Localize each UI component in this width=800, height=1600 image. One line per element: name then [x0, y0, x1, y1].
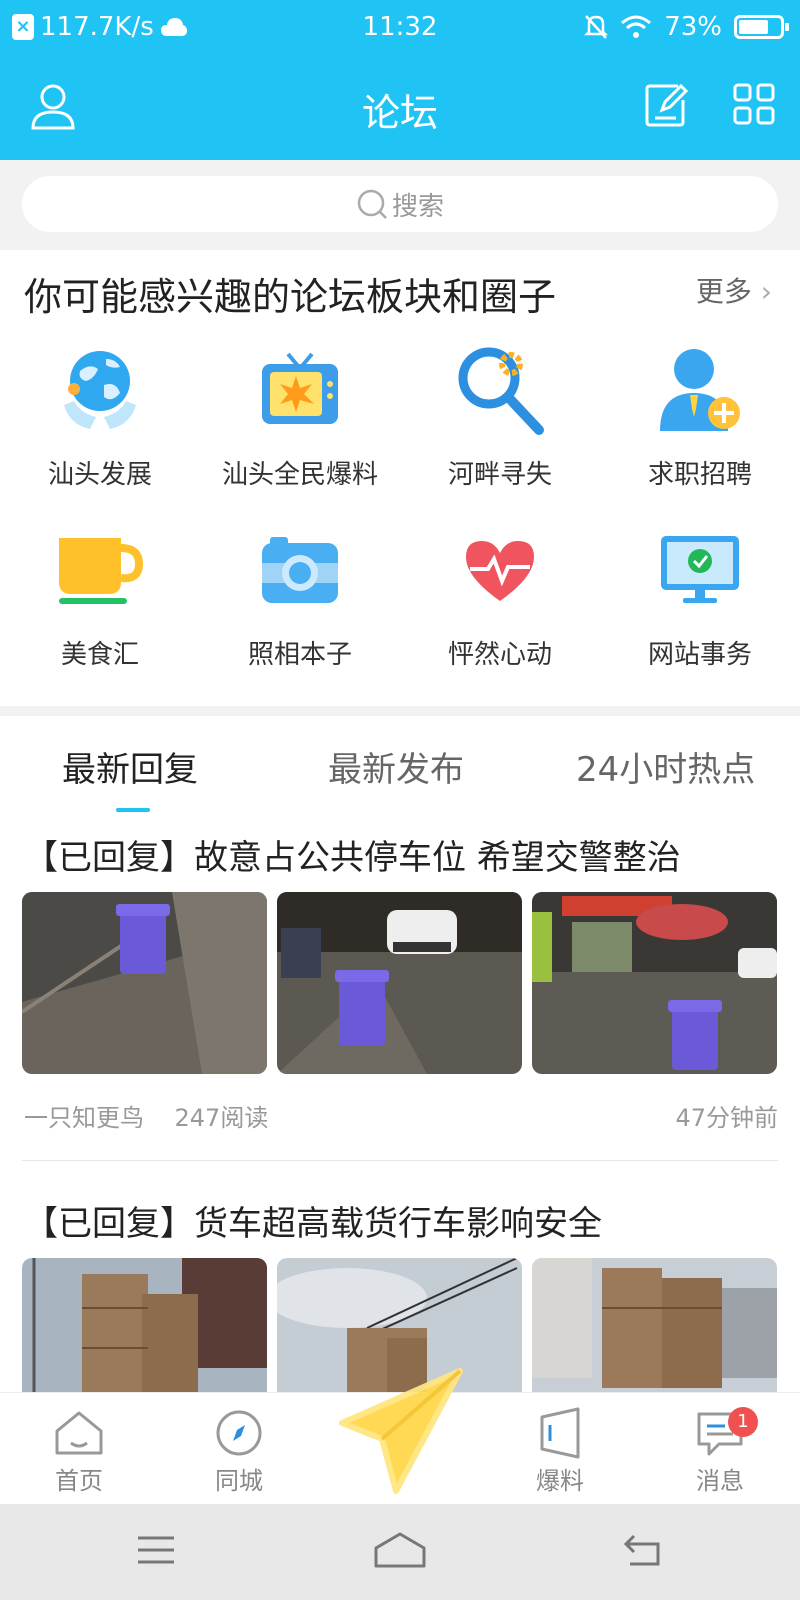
back-icon[interactable]	[623, 1532, 664, 1572]
battery-fill	[739, 20, 768, 34]
compass-icon	[179, 1405, 299, 1461]
nav-label: 同城	[215, 1467, 263, 1495]
forum-item[interactable]: 汕头发展	[0, 340, 200, 520]
forum-label: 汕头全民爆料	[221, 460, 378, 490]
status-bar: × 117.7K/s 11:32 73%	[0, 0, 800, 56]
forum-item[interactable]: 网站事务	[600, 520, 800, 700]
menu-icon[interactable]	[136, 1532, 176, 1572]
forums-section: 你可能感兴趣的论坛板块和圈子 更多 › 汕头发展 汕头全民爆料 河畔寻失 求职招…	[0, 250, 800, 706]
section-title: 你可能感兴趣的论坛板块和圈子	[24, 275, 557, 319]
forum-label: 网站事务	[647, 640, 752, 670]
search-area: 搜索	[0, 160, 800, 246]
forum-item[interactable]: 求职招聘	[600, 340, 800, 520]
post-title[interactable]: 【已回复】故意占公共停车位 希望交警整治	[24, 830, 681, 879]
post-image[interactable]	[22, 1258, 267, 1396]
bottom-nav: 首页 同城 爆料 消息 1	[0, 1368, 800, 1504]
nav-home[interactable]: 首页	[19, 1405, 139, 1496]
nav-label: 爆料	[536, 1467, 584, 1495]
forum-item[interactable]: 汕头全民爆料	[200, 340, 400, 520]
nav-label: 消息	[696, 1467, 744, 1495]
post-reads: 247阅读	[174, 1104, 269, 1132]
active-tab-indicator	[116, 808, 150, 812]
forum-item[interactable]: 美食汇	[0, 520, 200, 700]
flag-icon	[500, 1405, 620, 1461]
forum-label: 求职招聘	[647, 460, 752, 490]
forum-item[interactable]: 照相本子	[200, 520, 400, 700]
nav-report[interactable]: 爆料	[500, 1405, 620, 1496]
nav-publish[interactable]	[330, 1363, 470, 1505]
globe-hands-icon	[50, 340, 150, 440]
message-icon	[660, 1405, 780, 1461]
forum-label: 河畔寻失	[447, 460, 552, 490]
forum-label: 怦然心动	[447, 640, 552, 670]
post-time: 47分钟前	[675, 1104, 778, 1132]
post-divider	[22, 1160, 778, 1161]
tab-latest-replies[interactable]: 最新回复	[62, 742, 198, 791]
more-label: 更多	[695, 275, 752, 308]
search-icon	[357, 189, 387, 219]
nav-label: 首页	[55, 1467, 103, 1495]
search-placeholder: 搜索	[391, 191, 444, 222]
heart-pulse-icon	[450, 520, 550, 620]
post-title[interactable]: 【已回复】货车超高载货行车影响安全	[24, 1196, 602, 1245]
tab-24h-hot[interactable]: 24小时热点	[576, 742, 755, 791]
post-image[interactable]	[532, 892, 777, 1074]
search-input[interactable]: 搜索	[22, 176, 778, 232]
person-plus-icon	[650, 340, 750, 440]
feed-tabs: 最新回复 最新发布 24小时热点	[0, 716, 800, 816]
magnifier-gear-icon	[450, 340, 550, 440]
post-meta: 一只知更鸟 247阅读 47分钟前	[24, 1098, 778, 1133]
wifi-icon	[621, 15, 652, 38]
mute-bell-icon	[584, 15, 609, 39]
battery-percent: 73%	[664, 12, 722, 42]
battery-icon	[734, 15, 789, 39]
home-button-icon[interactable]	[372, 1532, 428, 1574]
more-link[interactable]: 更多 ›	[696, 270, 772, 310]
forum-item[interactable]: 怦然心动	[400, 520, 600, 700]
monitor-check-icon	[650, 520, 750, 620]
status-right: 73%	[584, 12, 789, 42]
edit-icon[interactable]	[644, 82, 689, 132]
post-author[interactable]: 一只知更鸟	[24, 1104, 144, 1132]
feed-section: 最新回复 最新发布 24小时热点 【已回复】故意占公共停车位 希望交警整治 一只…	[0, 716, 800, 1396]
post-image[interactable]	[22, 892, 267, 1074]
forum-label: 照相本子	[247, 640, 352, 670]
post-image[interactable]	[532, 1258, 777, 1396]
tab-latest-posts[interactable]: 最新发布	[328, 742, 464, 791]
paper-plane-icon	[339, 1368, 463, 1494]
nav-messages[interactable]: 消息 1	[660, 1405, 780, 1496]
forum-label: 汕头发展	[47, 460, 152, 490]
grid-icon[interactable]	[732, 82, 776, 130]
cup-icon	[50, 520, 150, 620]
nav-local[interactable]: 同城	[179, 1405, 299, 1496]
camera-icon	[250, 520, 350, 620]
top-bar: 论坛	[0, 56, 800, 160]
chevron-right-icon: ›	[751, 275, 772, 308]
home-icon	[19, 1405, 139, 1461]
forum-item[interactable]: 河畔寻失	[400, 340, 600, 520]
post-image[interactable]	[277, 892, 522, 1074]
message-badge: 1	[728, 1407, 758, 1437]
forum-grid: 汕头发展 汕头全民爆料 河畔寻失 求职招聘 美食汇 照相本子 怦然心动 网站事务	[0, 340, 800, 700]
forum-label: 美食汇	[60, 640, 139, 670]
system-nav-bar	[0, 1504, 800, 1600]
post-thumbnails	[22, 892, 778, 1074]
tv-icon	[250, 340, 350, 440]
